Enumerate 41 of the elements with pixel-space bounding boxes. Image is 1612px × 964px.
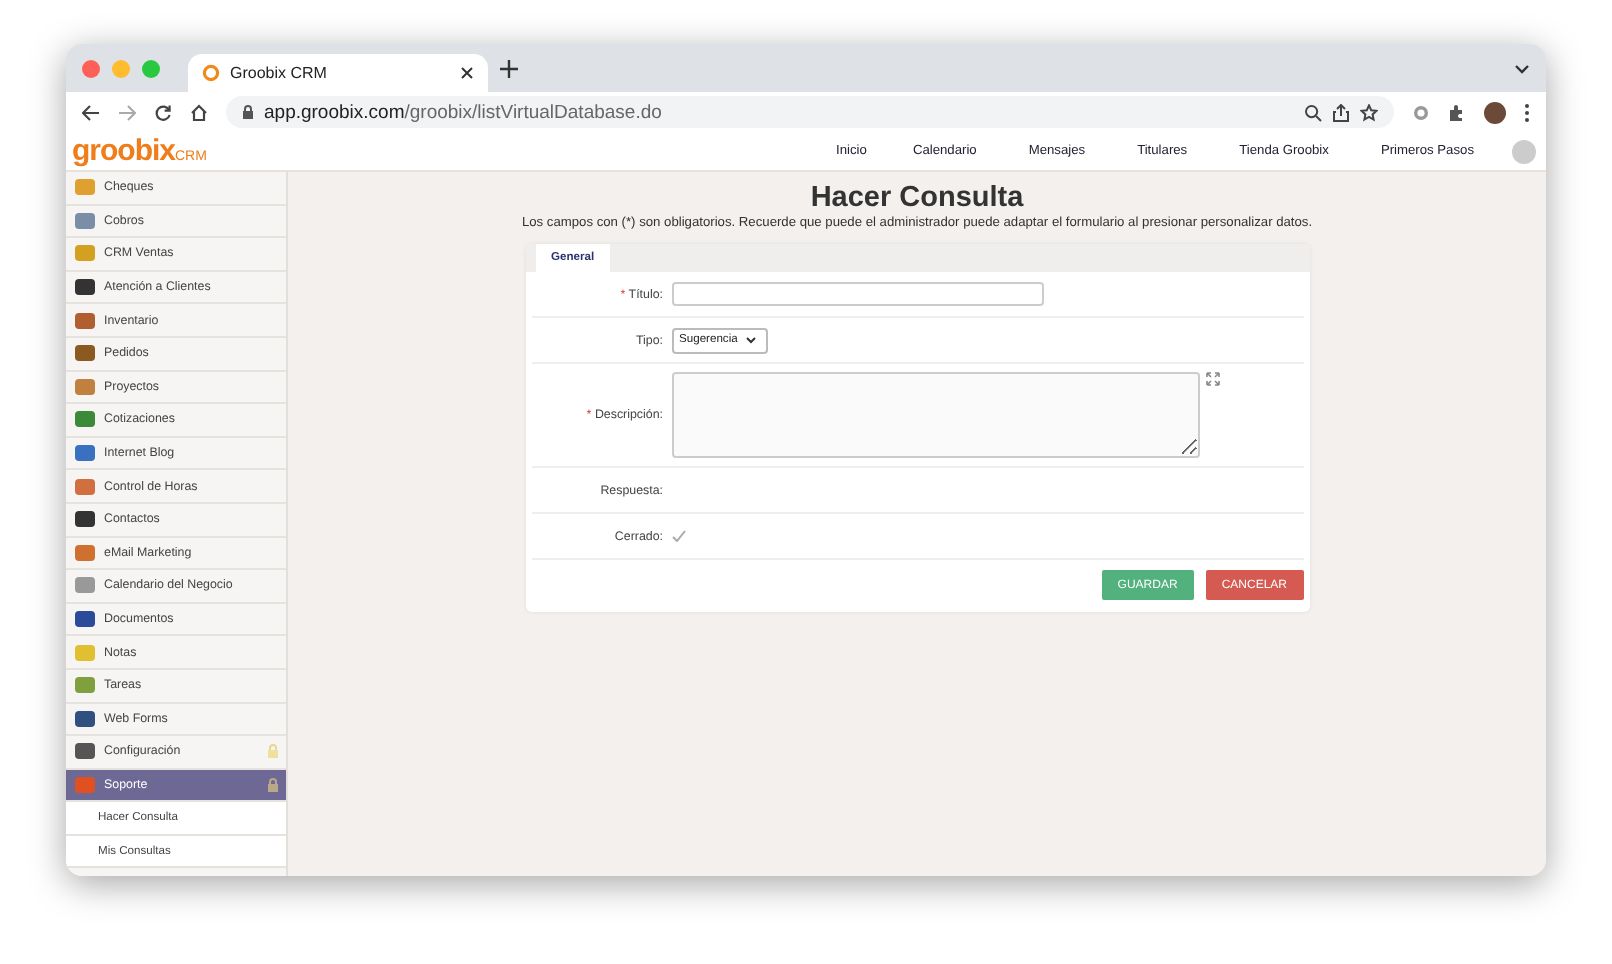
share-icon[interactable] (1332, 103, 1350, 121)
checkmark-icon[interactable] (671, 530, 685, 542)
app-icon (74, 442, 96, 465)
extension-icon[interactable] (1412, 103, 1430, 121)
ring-icon (202, 64, 220, 82)
star-icon[interactable] (1360, 103, 1378, 121)
profile-avatar[interactable] (1484, 101, 1506, 123)
app-icon (74, 541, 96, 564)
app-icon (74, 574, 96, 597)
app-icon (74, 242, 96, 265)
app-icon (74, 475, 96, 498)
app-icon (74, 276, 96, 299)
puzzle-icon[interactable] (1448, 103, 1466, 121)
app-icon (74, 707, 96, 730)
app-icon (74, 176, 96, 199)
close-icon[interactable] (460, 66, 474, 80)
app-icon (74, 375, 96, 398)
chevron-down-icon[interactable] (1514, 63, 1530, 73)
app-icon (74, 309, 96, 332)
browser-tab[interactable]: Groobix CRM (188, 54, 488, 92)
title-input[interactable] (671, 282, 1043, 306)
lock-icon (242, 104, 254, 120)
page-title: Hacer Consulta (810, 182, 1024, 214)
zoom-icon[interactable] (1304, 103, 1322, 121)
app-icon (74, 408, 96, 431)
menu-icon[interactable] (1524, 103, 1530, 121)
app-icon (74, 773, 96, 796)
back-icon[interactable] (82, 103, 100, 121)
new-tab-icon[interactable] (500, 59, 518, 77)
app-icon (74, 608, 96, 631)
address-bar[interactable]: app.groobix.com/groobix/listVirtualDatabase.do (226, 96, 1394, 128)
app-icon (74, 674, 96, 697)
app-icon (74, 740, 96, 763)
app-icon (74, 209, 96, 232)
expand-icon[interactable] (1205, 372, 1219, 386)
app-icon (74, 342, 96, 365)
app-icon (74, 508, 96, 531)
caret-icon (745, 336, 756, 344)
reload-icon[interactable] (154, 103, 172, 121)
app-icon (74, 641, 96, 664)
home-icon[interactable] (190, 103, 208, 121)
